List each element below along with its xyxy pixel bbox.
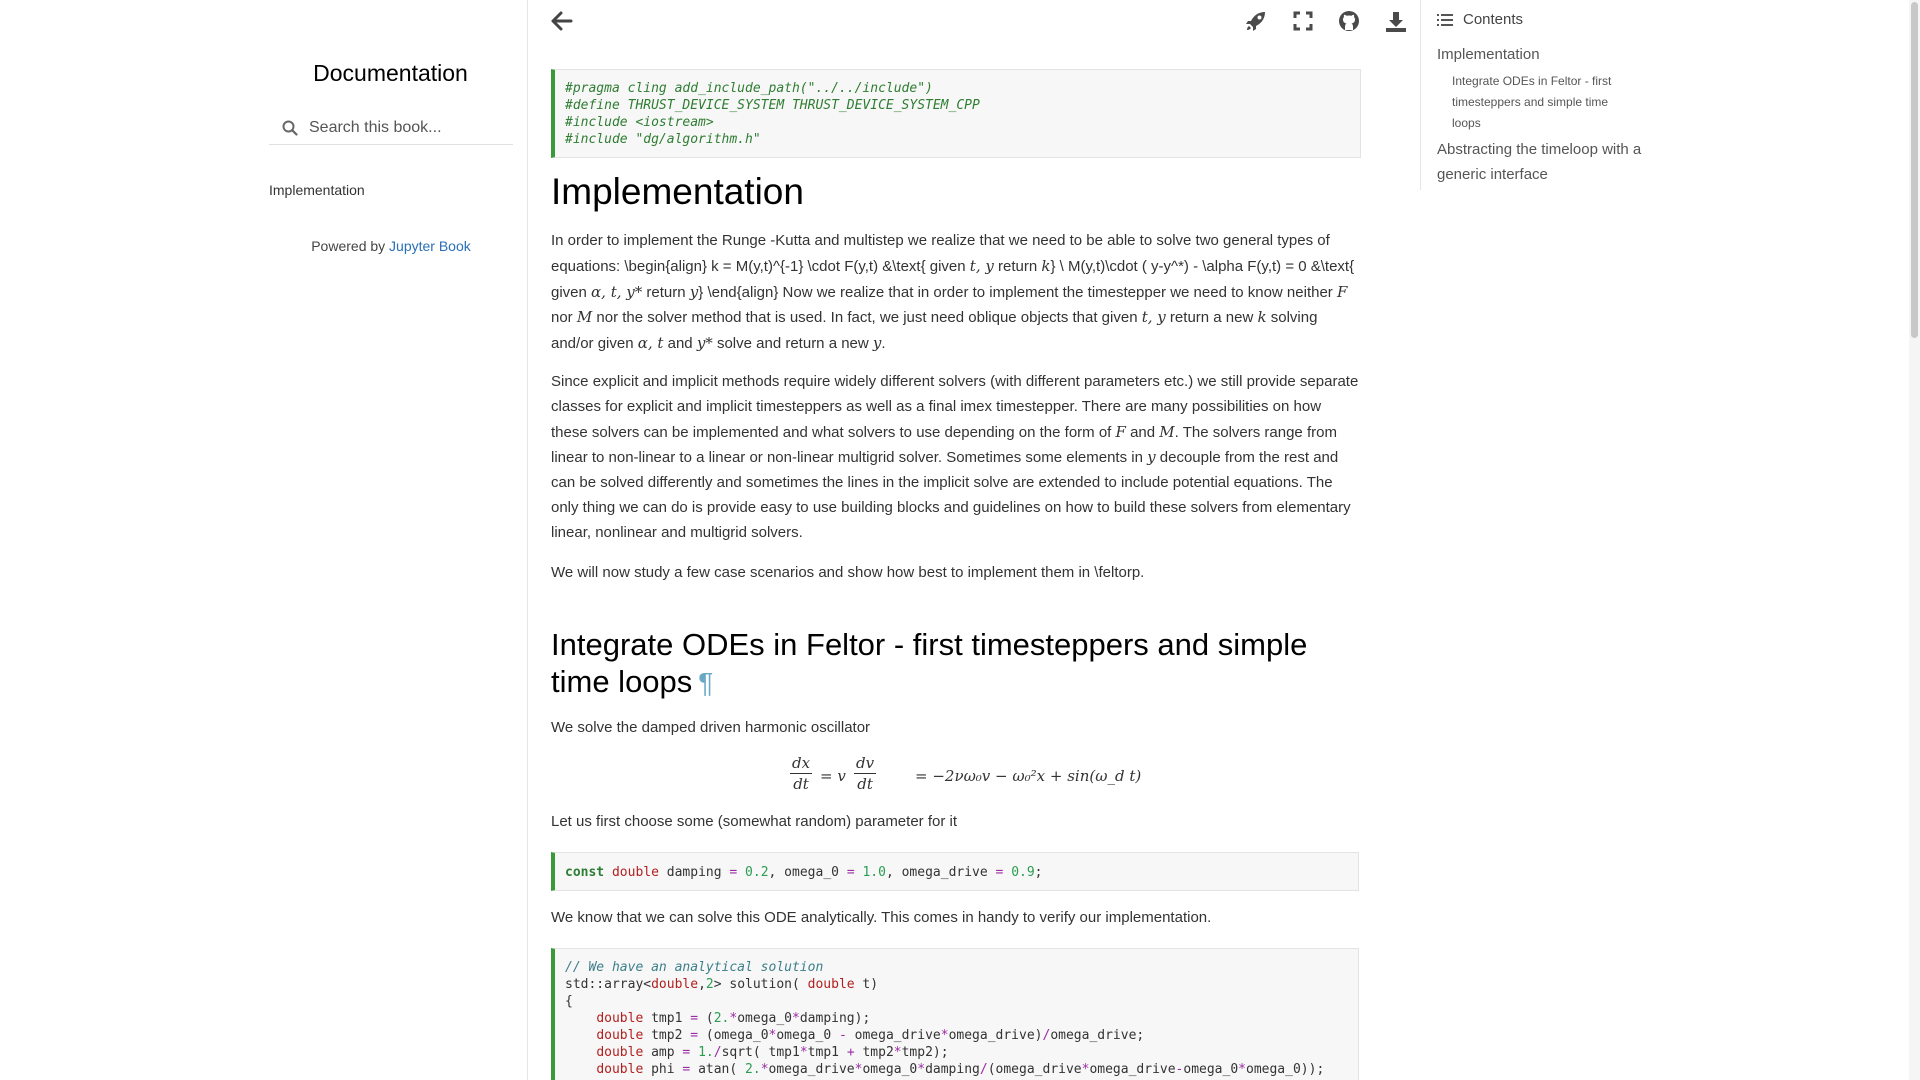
- math: t, y: [1141, 308, 1166, 327]
- code-line: double tmp2 = (omega_0*omega_0 - omega_d…: [596, 1028, 1145, 1043]
- permalink-icon[interactable]: ¶: [698, 667, 713, 698]
- math: α, t, y*: [591, 282, 643, 301]
- math: α, t: [637, 334, 664, 353]
- paragraph: We will now study a few case scenarios a…: [551, 564, 1145, 581]
- text: nor: [551, 309, 577, 327]
- math: F: [1336, 282, 1348, 301]
- math: y: [1147, 448, 1156, 467]
- code-line: #define THRUST_DEVICE_SYSTEM THRUST_DEVI…: [565, 98, 980, 113]
- search-icon: [275, 113, 305, 143]
- code-cell-solution[interactable]: // We have an analytical solution std::a…: [551, 948, 1359, 1080]
- code-cell-parameters[interactable]: const double damping = 0.2, omega_0 = 1.…: [551, 852, 1359, 891]
- arrow-left-icon[interactable]: [547, 6, 577, 36]
- code-line: {: [565, 994, 573, 1009]
- code-cell-includes[interactable]: #pragma cling add_include_path("../../in…: [551, 69, 1361, 158]
- toc-item-abstracting-timeloop[interactable]: Abstracting the timeloop with a generic …: [1437, 137, 1642, 187]
- powered-by: Powered by Jupyter Book: [269, 238, 513, 254]
- scrollbar[interactable]: [1909, 0, 1920, 1080]
- jupyter-book-link[interactable]: Jupyter Book: [389, 238, 471, 254]
- sidebar: Documentation Implementation Powered by …: [0, 0, 528, 1080]
- table-of-contents: Contents Implementation Integrate ODEs i…: [1420, 0, 1650, 190]
- fullscreen-icon[interactable]: [1288, 6, 1318, 36]
- equation-rhs: = −2νω₀v − ω₀²x + sin(ω_d t): [915, 767, 1142, 785]
- code-line: #include <iostream>: [565, 115, 714, 130]
- code-line: double tmp1 = (2.*omega_0*damping);: [596, 1011, 871, 1026]
- code-line: double phi = atan( 2.*omega_drive*omega_…: [596, 1062, 1325, 1077]
- text: return: [993, 257, 1042, 275]
- paragraph: We know that we can solve this ODE analy…: [551, 909, 1212, 926]
- code-line: // We have an analytical solution: [565, 960, 824, 975]
- math: F: [1115, 422, 1126, 441]
- code-line: double amp = 1./sqrt( tmp1*tmp1 + tmp2*t…: [596, 1045, 949, 1060]
- toc-header: Contents: [1437, 11, 1523, 28]
- code-line: #pragma cling add_include_path("../../in…: [565, 81, 933, 96]
- powered-by-text: Powered by: [311, 238, 390, 254]
- paragraph: Let us first choose some (somewhat rando…: [551, 813, 957, 830]
- fraction-numerator: dv: [854, 754, 877, 774]
- paragraph: In order to implement the Runge -Kutta a…: [551, 229, 1361, 357]
- equation-display: dx dt = v dv dt = −2νω₀v − ω₀²x + sin(ω_…: [790, 752, 1141, 802]
- search-input[interactable]: [305, 118, 505, 137]
- fraction-denominator: dt: [793, 775, 809, 793]
- text: } \end{align} Now we realize that in ord…: [698, 283, 1337, 301]
- fraction: dx dt: [790, 753, 813, 794]
- github-icon[interactable]: [1334, 6, 1364, 36]
- math: t, y: [969, 256, 994, 275]
- page-title: Implementation: [551, 171, 804, 212]
- math: y*: [696, 334, 713, 353]
- math: k: [1257, 308, 1267, 327]
- section-heading: Integrate ODEs in Feltor - first timeste…: [551, 626, 1361, 701]
- text: and: [663, 335, 697, 353]
- fraction-denominator: dt: [857, 775, 873, 793]
- text: and: [1125, 423, 1160, 441]
- text: return a new: [1165, 309, 1258, 327]
- text: return: [642, 283, 690, 301]
- rocket-icon[interactable]: [1241, 6, 1271, 36]
- list-icon: [1437, 13, 1453, 27]
- equation-term: = v: [820, 767, 846, 785]
- math: M: [1159, 422, 1175, 441]
- fraction-numerator: dx: [790, 754, 813, 774]
- text: .: [881, 335, 886, 353]
- code-line: #include "dg/algorithm.h": [565, 132, 761, 147]
- code-line: const double damping = 0.2, omega_0 = 1.…: [565, 865, 1043, 880]
- sidebar-item-implementation[interactable]: Implementation: [269, 182, 365, 198]
- text: solve and return a new: [712, 335, 873, 353]
- code-line: std::array<double,2> solution( double t): [565, 977, 879, 992]
- toc-item-integrate-odes[interactable]: Integrate ODEs in Feltor - first timeste…: [1452, 71, 1632, 134]
- scrollbar-thumb[interactable]: [1911, 2, 1918, 338]
- fraction: dv dt: [854, 753, 877, 794]
- search-box[interactable]: [269, 111, 513, 145]
- toc-header-label: Contents: [1463, 11, 1524, 28]
- section-heading-text: Integrate ODEs in Feltor - first timeste…: [551, 627, 1308, 699]
- math: y: [689, 282, 699, 301]
- paragraph: We solve the damped driven harmonic osci…: [551, 719, 871, 736]
- download-icon[interactable]: [1381, 7, 1411, 37]
- paragraph: Since explicit and implicit methods requ…: [551, 370, 1361, 546]
- text: nor the solver method that is used. In f…: [592, 309, 1142, 327]
- book-title[interactable]: Documentation: [268, 60, 513, 87]
- toc-item-implementation[interactable]: Implementation: [1437, 42, 1647, 67]
- math: M: [576, 308, 593, 327]
